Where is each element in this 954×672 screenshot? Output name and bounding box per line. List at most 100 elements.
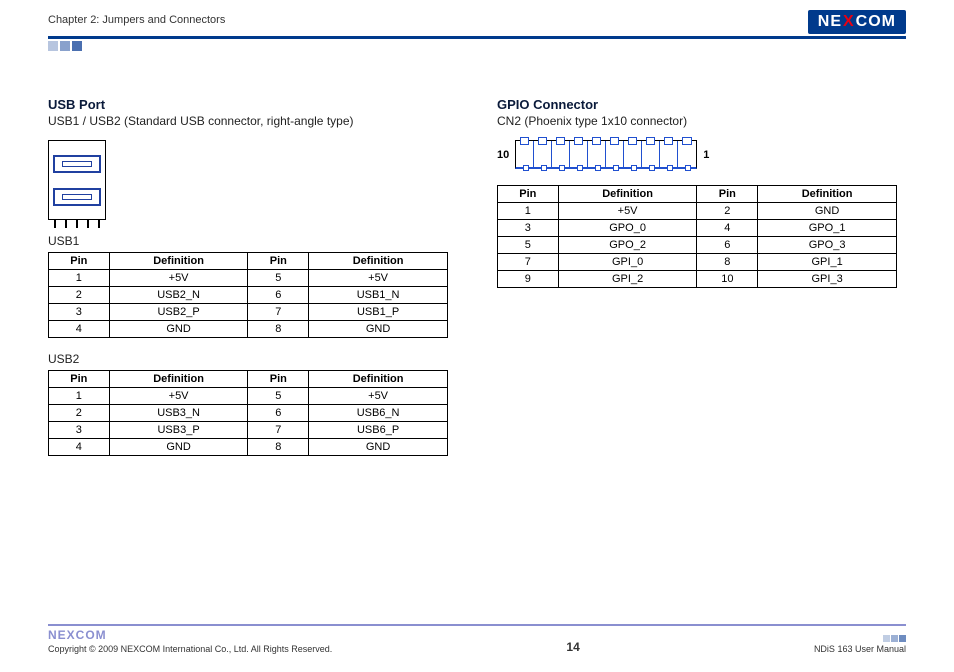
cell: 6 bbox=[248, 287, 309, 304]
page-footer: NEXCOM Copyright © 2009 NEXCOM Internati… bbox=[48, 624, 906, 654]
cell: USB1_N bbox=[309, 287, 448, 304]
th: Pin bbox=[498, 186, 559, 203]
table-row: 9GPI_210GPI_3 bbox=[498, 271, 897, 288]
chapter-title: Chapter 2: Jumpers and Connectors bbox=[48, 10, 225, 26]
th: Pin bbox=[697, 186, 758, 203]
table-row: 2USB3_N6USB6_N bbox=[49, 405, 448, 422]
footer-brand: NEXCOM bbox=[48, 628, 332, 642]
usb1-table: Pin Definition Pin Definition 1+5V5+5V2U… bbox=[48, 252, 448, 338]
cell: 4 bbox=[49, 439, 110, 456]
cell: 3 bbox=[49, 304, 110, 321]
th: Definition bbox=[758, 186, 897, 203]
cell: +5V bbox=[109, 270, 248, 287]
cell: 6 bbox=[248, 405, 309, 422]
cell: GPO_2 bbox=[558, 237, 697, 254]
usb2-table: Pin Definition Pin Definition 1+5V5+5V2U… bbox=[48, 370, 448, 456]
doc-name: NDiS 163 User Manual bbox=[814, 644, 906, 654]
table-row: 4GND8GND bbox=[49, 439, 448, 456]
th: Definition bbox=[558, 186, 697, 203]
main-content: USB Port USB1 / USB2 (Standard USB conne… bbox=[48, 97, 906, 456]
phoenix-label-10: 10 bbox=[497, 149, 509, 161]
table-row: 1+5V2GND bbox=[498, 203, 897, 220]
brand-logo: NEXCOM bbox=[808, 10, 906, 34]
th: Pin bbox=[248, 371, 309, 388]
cell: GPO_0 bbox=[558, 220, 697, 237]
cell: 8 bbox=[248, 321, 309, 338]
gpio-title: GPIO Connector bbox=[497, 97, 906, 112]
cell: USB2_P bbox=[109, 304, 248, 321]
th: Pin bbox=[49, 253, 110, 270]
header-accent bbox=[48, 41, 906, 51]
logo-part-2: COM bbox=[856, 13, 896, 31]
gpio-subtitle: CN2 (Phoenix type 1x10 connector) bbox=[497, 114, 906, 128]
cell: 2 bbox=[49, 287, 110, 304]
th: Pin bbox=[49, 371, 110, 388]
cell: 3 bbox=[49, 422, 110, 439]
gpio-table: Pin Definition Pin Definition 1+5V2GND3G… bbox=[497, 185, 897, 288]
table-row: 1+5V5+5V bbox=[49, 388, 448, 405]
phoenix-connector-diagram: 10 1 bbox=[497, 140, 906, 169]
cell: GND bbox=[309, 439, 448, 456]
cell: 10 bbox=[697, 271, 758, 288]
cell: GPI_3 bbox=[758, 271, 897, 288]
copyright-text: Copyright © 2009 NEXCOM International Co… bbox=[48, 644, 332, 654]
cell: 4 bbox=[697, 220, 758, 237]
cell: GND bbox=[109, 439, 248, 456]
cell: 6 bbox=[697, 237, 758, 254]
cell: 5 bbox=[248, 388, 309, 405]
th: Definition bbox=[109, 371, 248, 388]
usb1-label: USB1 bbox=[48, 234, 457, 248]
logo-part-1: NE bbox=[818, 13, 842, 31]
cell: 1 bbox=[49, 388, 110, 405]
cell: 4 bbox=[49, 321, 110, 338]
table-row: 5GPO_26GPO_3 bbox=[498, 237, 897, 254]
page-number: 14 bbox=[566, 640, 579, 654]
table-row: 1+5V5+5V bbox=[49, 270, 448, 287]
cell: 8 bbox=[248, 439, 309, 456]
cell: USB2_N bbox=[109, 287, 248, 304]
cell: GPO_3 bbox=[758, 237, 897, 254]
cell: 9 bbox=[498, 271, 559, 288]
table-row: 4GND8GND bbox=[49, 321, 448, 338]
cell: GPI_2 bbox=[558, 271, 697, 288]
cell: USB3_N bbox=[109, 405, 248, 422]
cell: 1 bbox=[498, 203, 559, 220]
usb-port-subtitle: USB1 / USB2 (Standard USB connector, rig… bbox=[48, 114, 457, 128]
cell: 7 bbox=[248, 422, 309, 439]
cell: GND bbox=[309, 321, 448, 338]
cell: GPI_1 bbox=[758, 254, 897, 271]
cell: USB6_N bbox=[309, 405, 448, 422]
cell: 2 bbox=[49, 405, 110, 422]
cell: +5V bbox=[109, 388, 248, 405]
cell: +5V bbox=[309, 270, 448, 287]
phoenix-label-1: 1 bbox=[703, 149, 709, 161]
cell: USB1_P bbox=[309, 304, 448, 321]
cell: 7 bbox=[248, 304, 309, 321]
usb-connector-diagram bbox=[48, 140, 106, 220]
table-row: 3USB2_P7USB1_P bbox=[49, 304, 448, 321]
cell: +5V bbox=[309, 388, 448, 405]
table-row: 7GPI_08GPI_1 bbox=[498, 254, 897, 271]
cell: GND bbox=[758, 203, 897, 220]
usb-port-title: USB Port bbox=[48, 97, 457, 112]
cell: 5 bbox=[248, 270, 309, 287]
cell: 2 bbox=[697, 203, 758, 220]
cell: +5V bbox=[558, 203, 697, 220]
table-row: 3USB3_P7USB6_P bbox=[49, 422, 448, 439]
page-header: Chapter 2: Jumpers and Connectors NEXCOM bbox=[48, 10, 906, 39]
cell: USB3_P bbox=[109, 422, 248, 439]
cell: GND bbox=[109, 321, 248, 338]
table-row: 3GPO_04GPO_1 bbox=[498, 220, 897, 237]
th: Definition bbox=[309, 371, 448, 388]
cell: 5 bbox=[498, 237, 559, 254]
footer-accent bbox=[814, 635, 906, 642]
cell: 7 bbox=[498, 254, 559, 271]
th: Pin bbox=[248, 253, 309, 270]
logo-part-x: X bbox=[843, 13, 855, 31]
th: Definition bbox=[109, 253, 248, 270]
cell: USB6_P bbox=[309, 422, 448, 439]
cell: GPI_0 bbox=[558, 254, 697, 271]
right-column: GPIO Connector CN2 (Phoenix type 1x10 co… bbox=[497, 97, 906, 456]
cell: 3 bbox=[498, 220, 559, 237]
cell: GPO_1 bbox=[758, 220, 897, 237]
